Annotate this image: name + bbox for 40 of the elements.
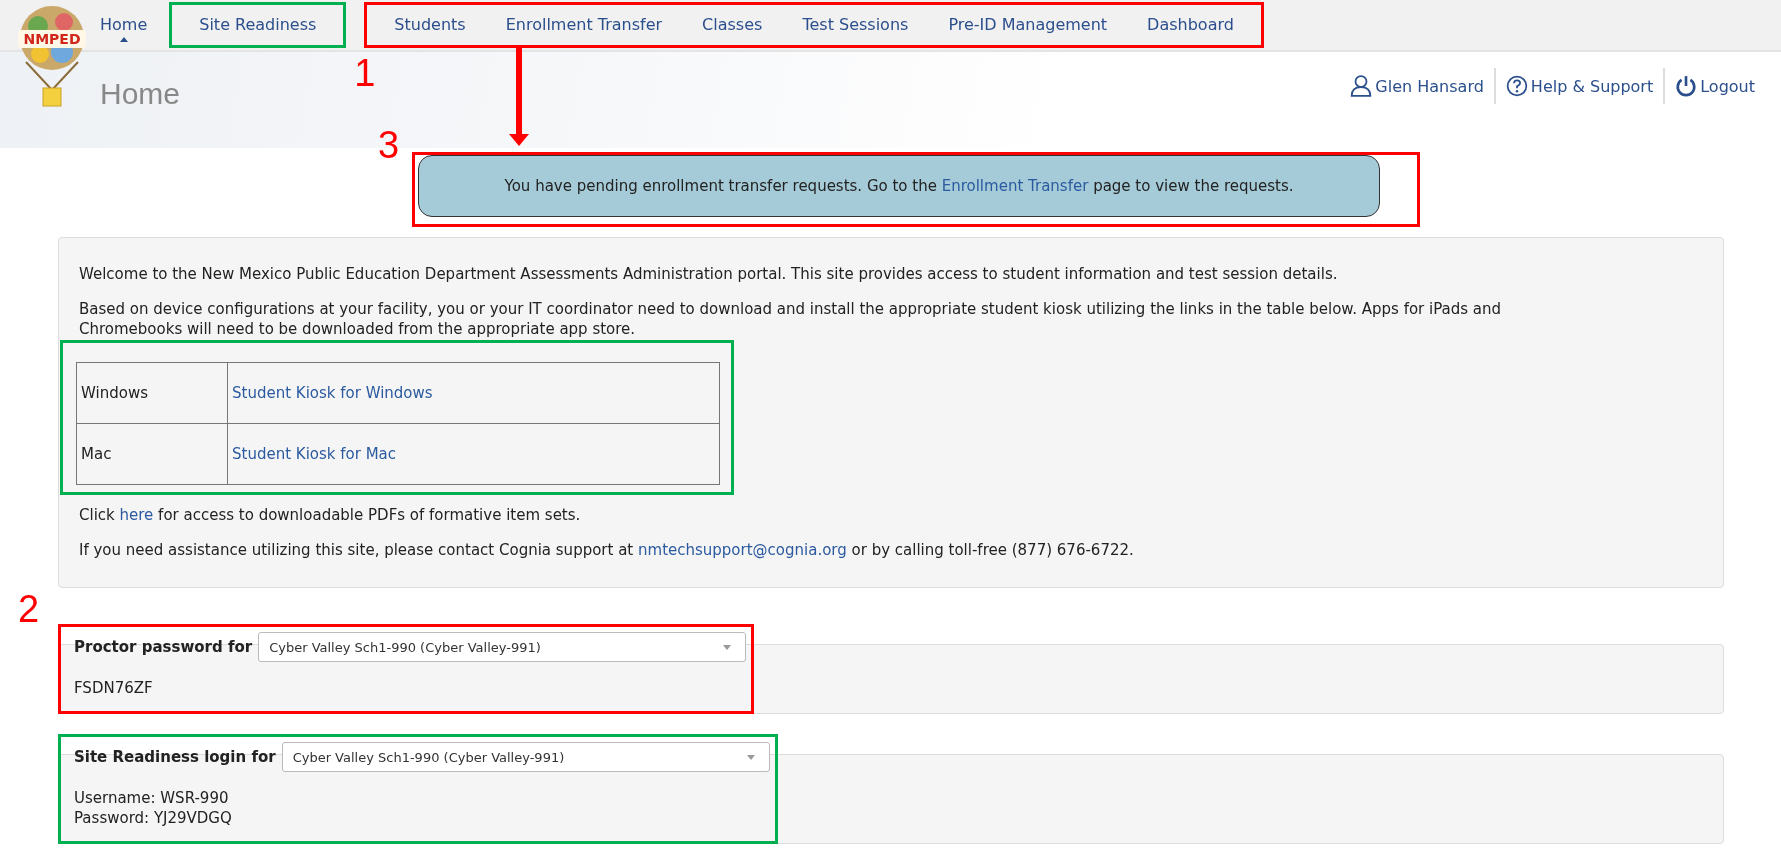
paragraph: Based on device configurations at your facility, you or your IT coordinator need to download and install the appropriate student kiosk utilizing the links in the table below. Apps for iPads and Chromebooks will need to be downloaded from the appropriate app store. <box>79 299 1503 339</box>
school-select[interactable]: Cyber Valley Sch1-990 (Cyber Valley-991) <box>258 632 747 662</box>
credential-text: Password: YJ29VDGQ <box>74 808 233 828</box>
paragraph: If you need assistance utilizing this site, please contact Cognia support at nmtechsupport@cognia.org or by calling toll-free (877) 676-6722. <box>79 540 1135 560</box>
download-link[interactable]: Student Kiosk for Windows <box>232 384 433 402</box>
header-link[interactable]: Glen Hansard <box>1350 75 1484 97</box>
caret-icon <box>746 754 755 760</box>
page-title: Home <box>100 77 181 111</box>
nav-link[interactable]: Students <box>374 8 486 42</box>
download-link[interactable]: Student Kiosk for Mac <box>232 445 397 463</box>
table-cell: Windows <box>76 362 228 424</box>
user-icon <box>1350 75 1373 97</box>
power-icon <box>1675 75 1698 97</box>
section-label: Site Readiness login for <box>74 748 276 766</box>
enrollment-transfer-link[interactable]: Enrollment Transfer <box>941 177 1089 195</box>
here-link[interactable]: here <box>119 506 154 524</box>
paragraph: Click here for access to downloadable PDFs of formative item sets. <box>79 505 582 525</box>
table-cell: Mac <box>76 423 228 485</box>
section-label: Proctor password for <box>74 638 253 656</box>
nav-link[interactable]: Home <box>96 8 152 42</box>
email-link[interactable]: nmtechsupport@cognia.org <box>638 541 847 559</box>
caret-icon <box>723 644 732 650</box>
header-link[interactable]: Help & Support <box>1505 75 1654 97</box>
selected-caret-icon <box>119 37 128 42</box>
nav-link[interactable]: Classes <box>682 8 783 42</box>
nav-link[interactable]: Test Sessions <box>782 8 929 42</box>
school-select[interactable]: Cyber Valley Sch1-990 (Cyber Valley-991) <box>281 742 770 772</box>
nav-link[interactable]: Dashboard <box>1127 8 1254 42</box>
annotation-number: 3 <box>378 126 400 164</box>
nav-link[interactable]: Enrollment Transfer <box>485 8 683 42</box>
paragraph: Welcome to the New Mexico Public Education Department Assessments Administration portal. This site provides access to student information and test session details. <box>79 264 1339 284</box>
credential-text: FSDN76ZF <box>74 678 154 698</box>
annotation-number: 2 <box>18 590 40 628</box>
notification-banner: You have pending enrollment transfer requests. Go to the Enrollment Transfer page to view the requests. <box>418 155 1380 217</box>
nav-link[interactable]: Pre-ID Management <box>928 8 1128 42</box>
annotation-number: 1 <box>354 54 376 92</box>
help-icon <box>1505 75 1528 97</box>
credential-text: Username: WSR-990 <box>74 788 230 808</box>
nav-link[interactable]: Site Readiness <box>179 8 337 42</box>
header-link[interactable]: Logout <box>1675 75 1755 97</box>
